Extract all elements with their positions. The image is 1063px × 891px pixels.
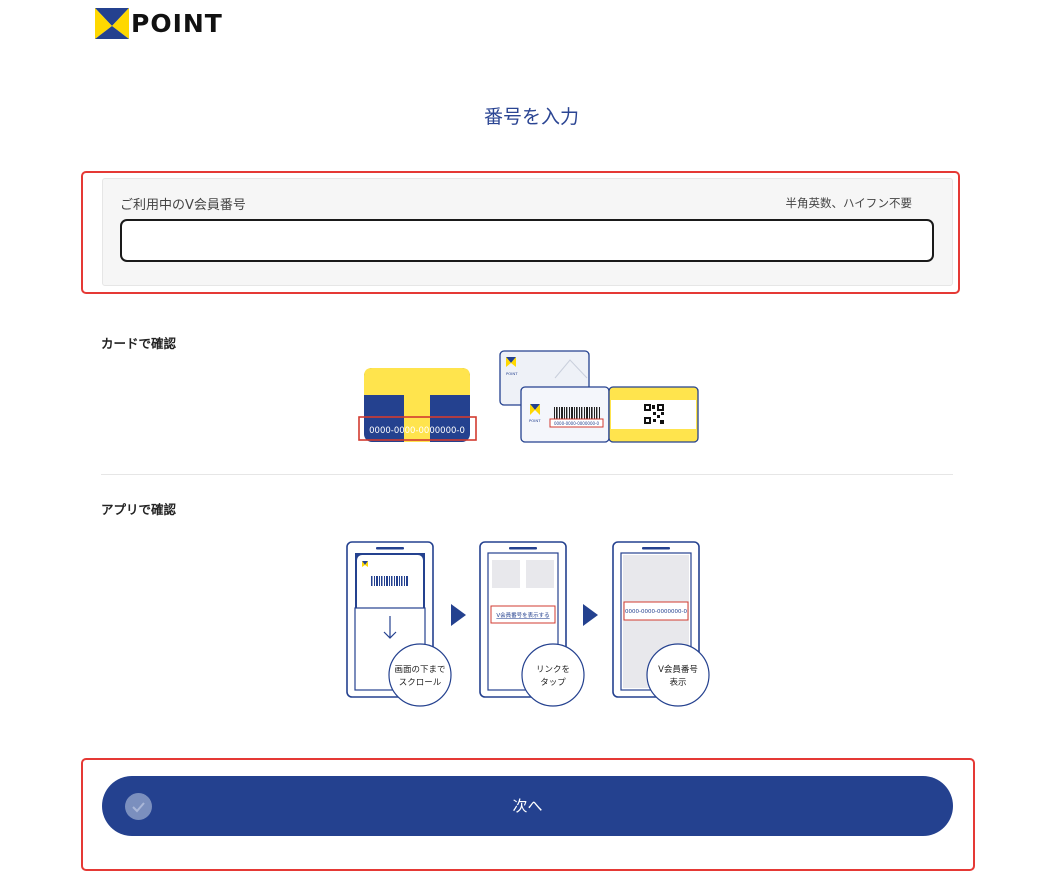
section-divider [101,474,953,475]
next-button-label: 次へ [512,797,543,815]
member-number-hint: 半角英数、ハイフン不要 [785,196,913,210]
step-2-line1: リンクを [536,665,570,675]
step-1-line2: スクロール [399,678,442,688]
t-card-number: 0000-0000-0000000-0 [369,426,465,436]
v-logo-icon [95,8,129,39]
card-section-title: カードで確認 [101,336,177,351]
step-3-line2: 表示 [669,677,686,688]
t-card-image: 0000-0000-0000000-0 [358,368,477,442]
phone-step-1: 画面の下まで スクロール [346,541,452,707]
member-number-label: ご利用中のV会員番号 [120,198,246,213]
app-link-text: V会員番号を表示する [496,611,549,619]
step-2-line2: タップ [540,678,566,688]
app-steps-illustration: 画面の下まで スクロール V会員番号を表示する リンクを タップ 0000-00… [346,541,710,707]
barcode-card-image: POINT 0000-0000-0000000-0 [520,386,610,443]
phone-step-2: V会員番号を表示する リンクを タップ [479,541,585,707]
qr-code-icon [644,404,664,424]
step-1-line1: 画面の下まで [394,665,445,675]
back-card-logo-text: POINT [506,371,518,376]
member-number-input[interactable] [120,219,934,262]
step-arrow-icon [583,604,598,626]
step-3-line1: V会員番号 [658,664,698,675]
card-illustration: 0000-0000-0000000-0 POINT POINT 0000-000 [358,350,699,443]
qr-card-image [608,386,699,443]
barcode-card-logo-text: POINT [529,418,541,423]
step-arrow-icon [451,604,466,626]
vpoint-logo: POINT [95,8,223,39]
app-section-title: アプリで確認 [101,502,177,517]
logo-text: POINT [131,9,223,38]
phone-step-3: 0000-0000-0000000-0 V会員番号 表示 [612,541,710,707]
page-title: 番号を入力 [483,106,579,128]
barcode-card-number: 0000-0000-0000000-0 [554,421,600,426]
next-button[interactable]: 次へ [102,776,953,836]
app-shown-number: 0000-0000-0000000-0 [625,609,687,615]
